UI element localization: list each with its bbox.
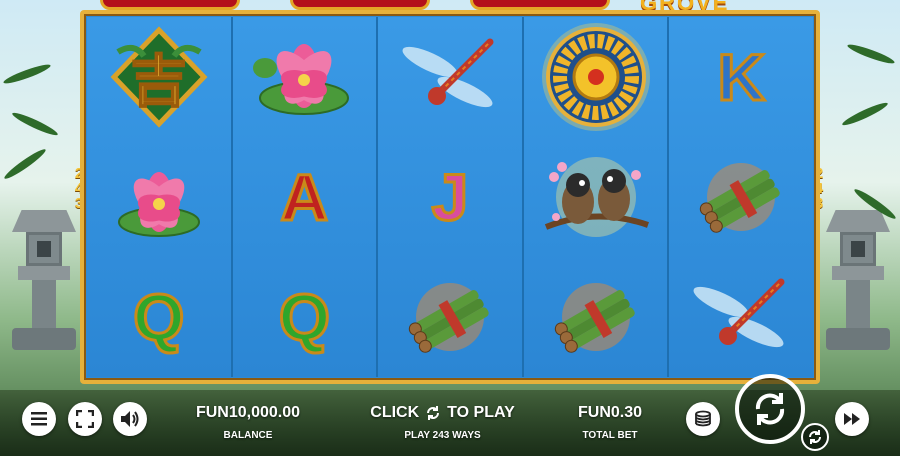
balance-value: FUN10,000.00 xyxy=(195,404,301,421)
ways-label: PLAY 243 WAYS xyxy=(404,430,481,441)
fullscreen-icon xyxy=(76,410,94,428)
symbol-letter-k: K xyxy=(669,17,813,137)
sound-button[interactable] xyxy=(113,402,147,436)
autoplay-button[interactable] xyxy=(801,423,829,451)
stone-lantern xyxy=(12,210,76,350)
reel-4 xyxy=(523,17,670,377)
symbol-golden-wheel xyxy=(524,17,668,137)
letter-q: Q xyxy=(277,280,331,354)
click-text: CLICK xyxy=(370,404,420,421)
top-banner-segment xyxy=(290,0,430,10)
letter-k: K xyxy=(716,40,767,114)
symbol-lucky-charm: 吉 xyxy=(87,17,231,137)
top-banner-segment xyxy=(470,0,610,10)
letter-q: Q xyxy=(132,280,186,354)
symbol-bamboo-bundle xyxy=(669,137,813,257)
symbol-birds-on-branch xyxy=(524,137,668,257)
bamboo-bundle-icon xyxy=(408,283,489,353)
symbol-dragonfly xyxy=(378,17,522,137)
fast-forward-icon xyxy=(844,413,860,425)
to-play-text: TO PLAY xyxy=(447,404,515,421)
symbol-bamboo-bundle xyxy=(524,257,668,377)
coin-stack-icon xyxy=(695,410,711,427)
lotus-flower-icon xyxy=(253,44,350,115)
top-banner-segment xyxy=(100,0,240,10)
symbol-letter-j: J xyxy=(378,137,522,257)
turbo-button[interactable] xyxy=(835,402,869,436)
reel-1: 吉 Q xyxy=(87,17,233,377)
dragonfly-icon xyxy=(402,38,494,108)
click-to-play-prompt[interactable]: CLICK TO PLAY xyxy=(350,404,535,422)
symbol-letter-a: A xyxy=(233,137,377,257)
reel-3: J xyxy=(378,17,524,377)
bamboo-bundle-icon xyxy=(699,163,780,233)
birds-on-branch-icon xyxy=(544,157,649,237)
bamboo-bundle-icon xyxy=(554,283,635,353)
autoplay-icon xyxy=(809,430,821,444)
symbol-lotus xyxy=(87,137,231,257)
dragonfly-icon xyxy=(693,278,785,348)
letter-j: J xyxy=(430,160,470,234)
reel-frame: 吉 Q A Q J K xyxy=(80,10,820,384)
symbol-bamboo-bundle xyxy=(378,257,522,377)
reel-5: K xyxy=(669,17,813,377)
spin-arrows-icon xyxy=(427,406,440,420)
symbol-letter-q: Q xyxy=(87,257,231,377)
lotus-flower-icon xyxy=(117,172,200,237)
lucky-charm-glyph: 吉 xyxy=(130,49,188,116)
symbol-lotus xyxy=(233,17,377,137)
balance-label: BALANCE xyxy=(223,430,273,441)
reel-2: A Q xyxy=(232,17,379,377)
golden-wheel-icon xyxy=(541,23,650,131)
letter-a: A xyxy=(279,160,330,234)
symbol-dragonfly xyxy=(669,257,813,377)
stone-lantern xyxy=(826,210,890,350)
total-bet-label: TOTAL BET xyxy=(582,430,638,441)
total-bet-value: FUN0.30 xyxy=(577,404,643,421)
speaker-icon xyxy=(121,411,139,427)
symbol-letter-q: Q xyxy=(233,257,377,377)
fullscreen-button[interactable] xyxy=(68,402,102,436)
bet-settings-button[interactable] xyxy=(686,402,720,436)
hamburger-menu-icon xyxy=(31,412,47,426)
spin-arrows-icon xyxy=(755,393,785,425)
menu-button[interactable] xyxy=(22,402,56,436)
spin-button[interactable] xyxy=(735,374,805,444)
